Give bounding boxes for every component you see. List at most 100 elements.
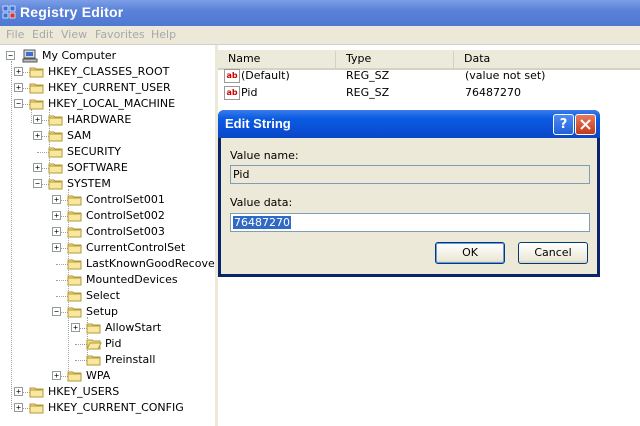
tree-item[interactable]: + ControlSet003 [0, 224, 215, 240]
folder-icon [29, 82, 45, 94]
expand-toggle[interactable]: + [33, 163, 42, 172]
tree-label: AllowStart [105, 321, 162, 334]
menu-view[interactable]: View [61, 28, 87, 41]
tree-item[interactable]: − Setup [0, 304, 215, 320]
folder-icon [86, 322, 102, 334]
expand-toggle[interactable]: + [14, 387, 23, 396]
value-type: REG_SZ [346, 69, 390, 82]
value-row-pid[interactable]: ab Pid REG_SZ 76487270 [224, 85, 634, 101]
close-button[interactable] [575, 114, 596, 135]
dialog-body: Value name: Pid Value data: 76487270 OK … [221, 138, 597, 274]
folder-icon [86, 354, 102, 366]
menu-favorites[interactable]: Favorites [95, 28, 145, 41]
tree-label: HKEY_USERS [48, 385, 120, 398]
expand-toggle[interactable]: + [33, 131, 42, 140]
tree-item[interactable]: + HARDWARE [0, 112, 215, 128]
menu-bar: File Edit View Favorites Help [0, 26, 640, 45]
expand-toggle[interactable]: + [14, 403, 23, 412]
folder-icon [29, 98, 45, 110]
tree-item[interactable]: + HKEY_CURRENT_CONFIG [0, 400, 215, 416]
expand-toggle[interactable]: + [71, 323, 80, 332]
collapse-toggle[interactable]: − [6, 51, 15, 60]
tree-item[interactable]: Select [0, 288, 215, 304]
column-header-type[interactable]: Type [336, 51, 454, 69]
registry-editor-icon [2, 5, 16, 19]
tree-label: HKEY_CURRENT_CONFIG [48, 401, 184, 414]
tree-label: HARDWARE [67, 113, 132, 126]
value-data: 76487270 [465, 86, 521, 99]
collapse-toggle[interactable]: − [52, 307, 61, 316]
tree-item[interactable]: + HKEY_CURRENT_USER [0, 80, 215, 96]
folder-icon [67, 370, 83, 382]
tree-item[interactable]: + ControlSet001 [0, 192, 215, 208]
expand-toggle[interactable]: + [52, 211, 61, 220]
value-data: (value not set) [465, 69, 546, 82]
folder-icon [67, 226, 83, 238]
registry-tree[interactable]: − My Computer + HKEY_CLASSES_ROOT + HKEY_CU… [0, 45, 217, 426]
menu-help[interactable]: Help [151, 28, 176, 41]
window-title: Registry Editor [20, 4, 124, 20]
dialog-title: Edit String [225, 116, 291, 131]
close-icon [580, 119, 591, 130]
expand-toggle[interactable]: + [14, 83, 23, 92]
collapse-toggle[interactable]: − [33, 179, 42, 188]
value-name: Pid [241, 86, 258, 99]
expand-toggle[interactable]: + [52, 195, 61, 204]
value-name-label: Value name: [230, 149, 299, 162]
edit-string-dialog: Edit String ? Value name: Pid Value data… [218, 110, 600, 277]
help-button[interactable]: ? [553, 114, 574, 135]
tree-item[interactable]: − SYSTEM [0, 176, 215, 192]
tree-item[interactable]: + SAM [0, 128, 215, 144]
tree-label: HKEY_CLASSES_ROOT [48, 65, 170, 78]
tree-item[interactable]: MountedDevices [0, 272, 215, 288]
tree-label: SAM [67, 129, 92, 142]
tree-item[interactable]: + SOFTWARE [0, 160, 215, 176]
tree-item[interactable]: Pid [0, 336, 215, 352]
tree-item[interactable]: + AllowStart [0, 320, 215, 336]
tree-label: HKEY_CURRENT_USER [48, 81, 171, 94]
tree-item[interactable]: SECURITY [0, 144, 215, 160]
folder-icon [48, 130, 64, 142]
dialog-titlebar[interactable]: Edit String ? [218, 110, 600, 138]
folder-icon [67, 290, 83, 302]
cancel-button[interactable]: Cancel [518, 242, 588, 264]
menu-edit[interactable]: Edit [32, 28, 53, 41]
tree-item[interactable]: Preinstall [0, 352, 215, 368]
value-row-default[interactable]: ab (Default) REG_SZ (value not set) [224, 68, 634, 84]
column-header-name[interactable]: Name [218, 51, 336, 69]
tree-label: ControlSet002 [86, 209, 165, 222]
value-name-field: Pid [230, 165, 590, 184]
ok-button[interactable]: OK [435, 242, 505, 264]
tree-label: Preinstall [105, 353, 156, 366]
tree-item[interactable]: LastKnownGoodRecove [0, 256, 215, 272]
folder-open-icon [86, 338, 102, 350]
folder-icon [29, 402, 45, 414]
folder-icon [67, 194, 83, 206]
tree-item[interactable]: + HKEY_CLASSES_ROOT [0, 64, 215, 80]
collapse-toggle[interactable]: − [14, 99, 23, 108]
string-value-icon: ab [224, 69, 240, 83]
folder-icon [48, 114, 64, 126]
expand-toggle[interactable]: + [33, 115, 42, 124]
tree-label: SOFTWARE [67, 161, 128, 174]
column-header-data[interactable]: Data [454, 51, 640, 69]
expand-toggle[interactable]: + [52, 371, 61, 380]
tree-label: HKEY_LOCAL_MACHINE [48, 97, 176, 110]
folder-icon [48, 162, 64, 174]
value-data-label: Value data: [230, 196, 293, 209]
value-name: (Default) [241, 69, 290, 82]
tree-item[interactable]: + CurrentControlSet [0, 240, 215, 256]
expand-toggle[interactable]: + [52, 243, 61, 252]
menu-file[interactable]: File [6, 28, 24, 41]
tree-item[interactable]: + WPA [0, 368, 215, 384]
tree-label: SECURITY [67, 145, 121, 158]
tree-item[interactable]: + ControlSet002 [0, 208, 215, 224]
tree-item[interactable]: − HKEY_LOCAL_MACHINE [0, 96, 215, 112]
tree-item[interactable]: + HKEY_USERS [0, 384, 215, 400]
folder-icon [29, 386, 45, 398]
expand-toggle[interactable]: + [52, 227, 61, 236]
expand-toggle[interactable]: + [14, 67, 23, 76]
value-data-input[interactable]: 76487270 [230, 213, 590, 232]
computer-icon [22, 49, 38, 63]
tree-label: MountedDevices [86, 273, 178, 286]
